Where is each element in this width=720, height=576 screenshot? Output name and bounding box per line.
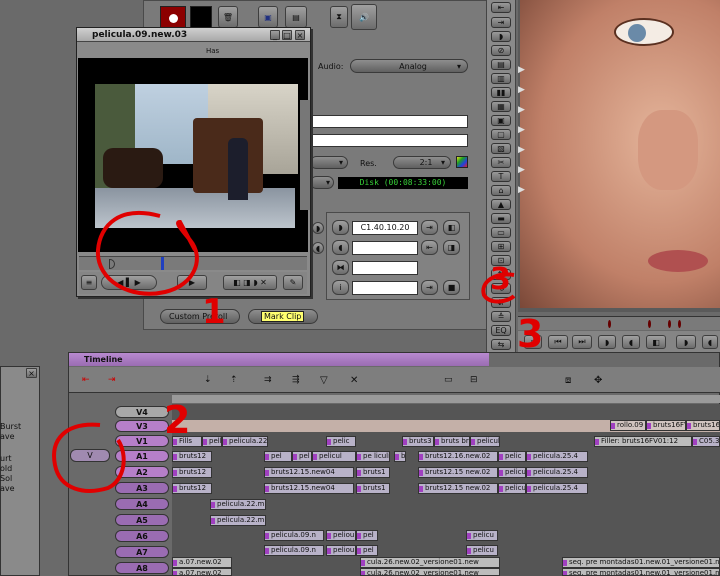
annotation-number-1: 1 — [202, 292, 226, 332]
annotation-number-2: 2 — [164, 398, 191, 442]
annotation-circle-2 — [52, 422, 126, 493]
annotation-number-3a: 3 — [490, 262, 511, 297]
annotation-number-3b: 3 — [517, 312, 544, 356]
annotation-layer — [52, 210, 516, 493]
annotation-circle-1 — [95, 210, 199, 296]
